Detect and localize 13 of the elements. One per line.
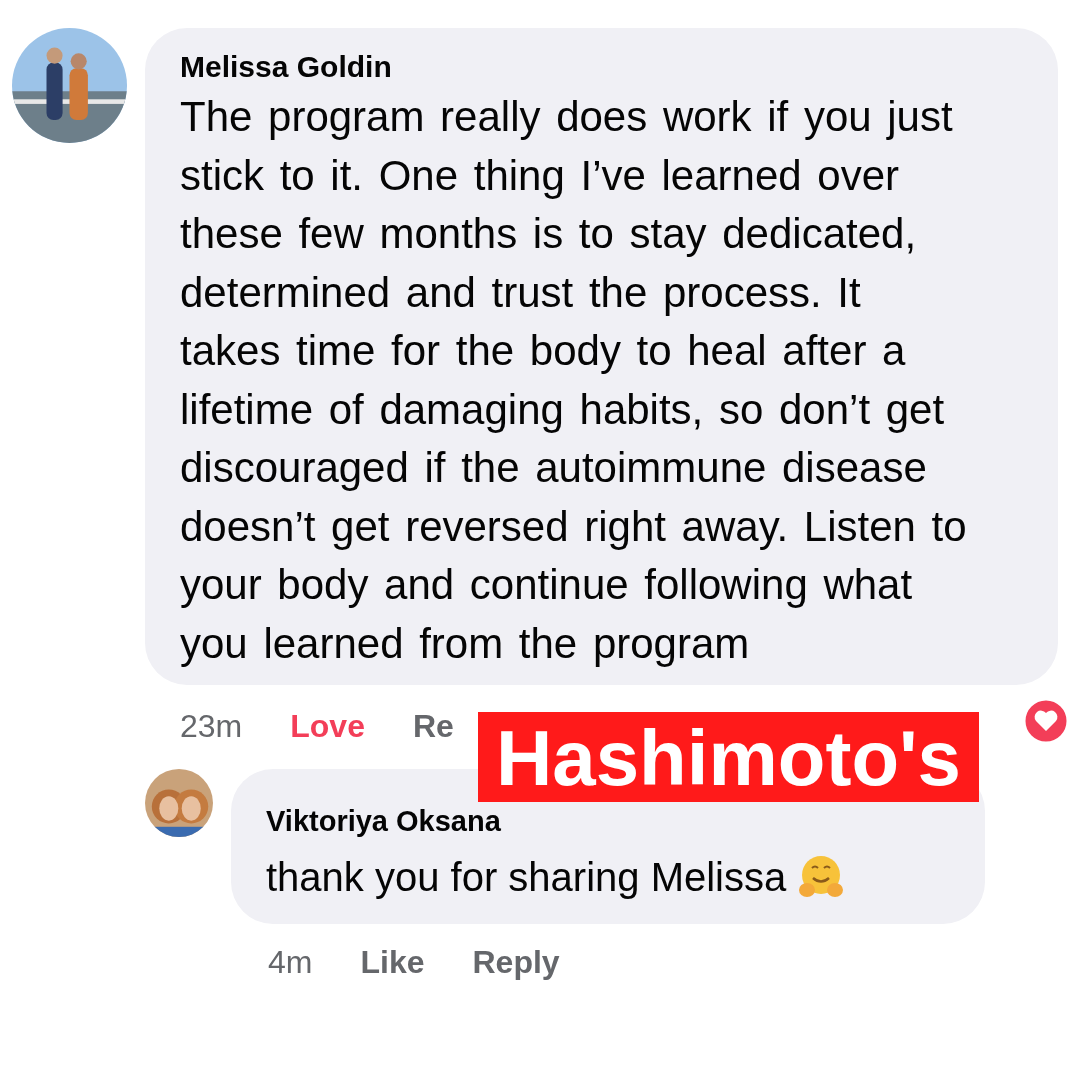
hugging-face-icon <box>798 854 845 900</box>
comment-time: 4m <box>268 944 313 981</box>
title-banner: Hashimoto's <box>478 712 979 802</box>
reply-link[interactable]: Reply <box>472 944 560 981</box>
reply-link[interactable]: Like <box>360 944 425 981</box>
comment-text: thank you for sharing Melissa <box>266 854 787 901</box>
comment-time: 23m <box>180 707 243 745</box>
reply-link[interactable]: Re <box>412 707 454 745</box>
author-name[interactable]: Melissa Goldin <box>180 50 392 84</box>
comment-text: The program really does work if you just stick to it. One thing I’ve learned over these few months is to stay dedicated, determined and trust the process. It takes time for the body to heal after a lifetime of damaging habits, so don’t get discouraged if the autoimmune disease doesn’t get reversed right away. Listen to your body and continue following what you learned from the program <box>180 92 968 669</box>
heart-reaction-icon <box>1022 697 1070 745</box>
love-link[interactable]: Love <box>290 707 365 745</box>
author-name[interactable]: Viktoriya Oksana <box>266 805 501 838</box>
